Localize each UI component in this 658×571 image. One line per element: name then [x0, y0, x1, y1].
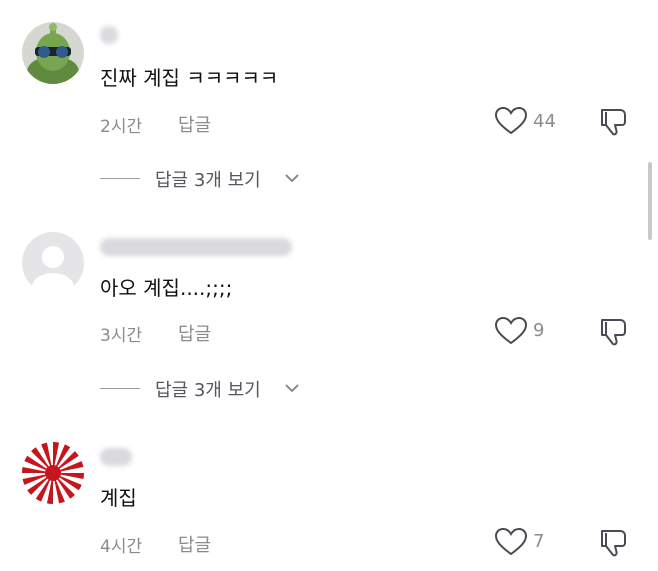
chevron-down-icon: [284, 170, 300, 186]
divider-line: [100, 178, 140, 179]
comment-time: 3시간: [100, 326, 143, 346]
rising-sun-flag-avatar-icon[interactable]: [22, 442, 84, 504]
like-count: 44: [533, 111, 556, 132]
comment-time: 4시간: [100, 537, 143, 557]
username-blurred[interactable]: [100, 448, 132, 466]
view-replies-label: 답글 3개 보기: [155, 380, 261, 401]
heart-icon[interactable]: [494, 527, 528, 557]
alien-sunglasses-avatar-icon[interactable]: [22, 22, 84, 84]
thumbs-down-icon[interactable]: [598, 314, 632, 348]
comment-time: 2시간: [100, 117, 143, 137]
like-count: 9: [533, 320, 545, 341]
default-user-avatar-icon[interactable]: [22, 232, 84, 294]
comment-text: 계집: [100, 486, 137, 510]
heart-icon[interactable]: [494, 316, 528, 346]
reply-button[interactable]: 답글: [178, 111, 211, 137]
username-blurred[interactable]: [100, 26, 118, 44]
comment-text: 아오 계집....;;;;: [100, 276, 233, 300]
username-blurred[interactable]: [100, 238, 292, 256]
thumbs-down-icon[interactable]: [598, 525, 632, 559]
divider-line: [100, 388, 140, 389]
view-replies-button[interactable]: 답글 3개 보기: [100, 374, 320, 404]
reply-button[interactable]: 답글: [178, 531, 211, 557]
view-replies-label: 답글 3개 보기: [155, 170, 261, 191]
reply-button[interactable]: 답글: [178, 320, 211, 346]
view-replies-button[interactable]: 답글 3개 보기: [100, 164, 320, 194]
thumbs-down-icon[interactable]: [598, 104, 632, 138]
like-count: 7: [533, 531, 545, 552]
scrollbar[interactable]: [648, 162, 652, 240]
heart-icon[interactable]: [494, 106, 528, 136]
comment-text: 진짜 계집 ㅋㅋㅋㅋㅋ: [100, 66, 279, 90]
chevron-down-icon: [284, 380, 300, 396]
